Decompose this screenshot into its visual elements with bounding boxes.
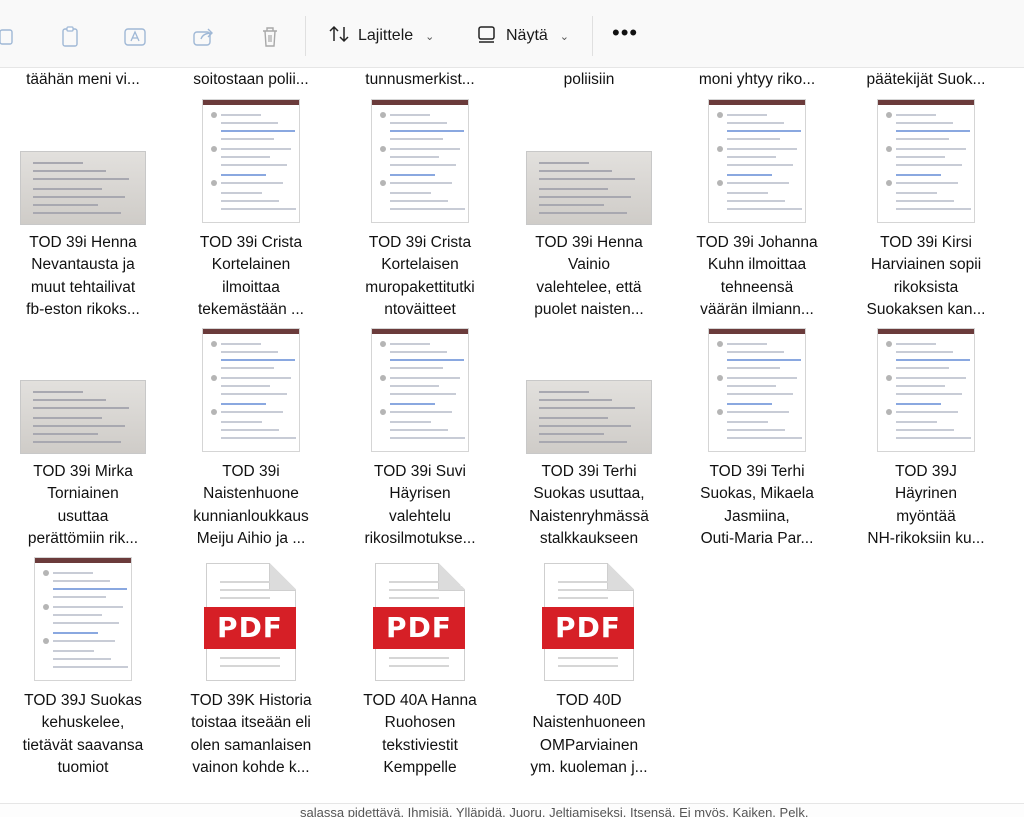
- file-name[interactable]: TOD 39i Johanna Kuhn ilmoittaa tehneensä…: [677, 232, 837, 322]
- file-name[interactable]: TOD 39i Suvi Häyrisen valehtelu rikosilm…: [340, 461, 500, 551]
- file-name[interactable]: TOD 40D Naistenhuoneen OMParviainen ym. …: [509, 690, 669, 780]
- image-thumbnail: [877, 328, 975, 452]
- rename-icon[interactable]: [122, 24, 150, 50]
- file-thumbnail[interactable]: PDF: [340, 563, 500, 681]
- image-thumbnail: [202, 99, 300, 223]
- file-name[interactable]: TOD 39i Crista Kortelainen ilmoittaa tek…: [171, 232, 331, 322]
- file-name[interactable]: TOD 39i Henna Nevantausta ja muut tehtai…: [3, 232, 163, 322]
- file-name[interactable]: TOD 39i Crista Kortelaisen muropakettitu…: [340, 232, 500, 322]
- chevron-down-icon: ⌄: [559, 30, 570, 43]
- view-label: Näytä: [506, 27, 548, 44]
- more-options-button[interactable]: •••: [612, 20, 638, 46]
- file-name-partial[interactable]: soitostaan polii...: [167, 71, 335, 89]
- image-thumbnail: [708, 328, 806, 452]
- image-thumbnail: [202, 328, 300, 452]
- image-thumbnail: [371, 328, 469, 452]
- file-thumbnail[interactable]: [3, 557, 163, 681]
- file-thumbnail[interactable]: [846, 328, 1006, 452]
- file-grid: täähän meni vi... soitostaan polii... tu…: [0, 69, 1024, 803]
- file-name[interactable]: TOD 39K Historia toistaa itseään eli ole…: [171, 690, 331, 780]
- file-name[interactable]: TOD 39i Henna Vainio valehtelee, että pu…: [509, 232, 669, 322]
- image-thumbnail: [708, 99, 806, 223]
- pdf-badge: PDF: [204, 607, 296, 649]
- file-thumbnail[interactable]: [509, 151, 669, 225]
- file-name-partial[interactable]: moni yhtyy riko...: [673, 71, 841, 89]
- pdf-file-icon: PDF: [373, 563, 465, 681]
- photo-thumbnail: [20, 151, 146, 225]
- file-name[interactable]: TOD 39i Mirka Torniainen usuttaa perättö…: [3, 461, 163, 551]
- file-thumbnail[interactable]: [171, 99, 331, 223]
- file-name-partial[interactable]: päätekijät Suok...: [842, 71, 1010, 89]
- file-thumbnail[interactable]: [846, 99, 1006, 223]
- file-name-partial[interactable]: täähän meni vi...: [0, 71, 167, 89]
- copy-icon[interactable]: [0, 24, 22, 50]
- sort-button[interactable]: Lajittele ⌄: [328, 20, 434, 52]
- file-thumbnail[interactable]: [677, 328, 837, 452]
- paste-icon[interactable]: [56, 24, 84, 50]
- file-thumbnail[interactable]: [340, 328, 500, 452]
- photo-thumbnail: [526, 151, 652, 225]
- file-thumbnail[interactable]: [340, 99, 500, 223]
- pdf-badge: PDF: [542, 607, 634, 649]
- background-document-strip: salassa pidettävä. Ihmisiä. Ylläpidä. Ju…: [0, 803, 1024, 817]
- file-name[interactable]: TOD 40A Hanna Ruohosen tekstiviestit Kem…: [340, 690, 500, 780]
- file-name[interactable]: TOD 39i Terhi Suokas, Mikaela Jasmiina, …: [677, 461, 837, 551]
- pdf-file-icon: PDF: [542, 563, 634, 681]
- image-thumbnail: [877, 99, 975, 223]
- image-thumbnail: [371, 99, 469, 223]
- file-name[interactable]: TOD 39i Naistenhuone kunnianloukkaus Mei…: [171, 461, 331, 551]
- pdf-file-icon: PDF: [204, 563, 296, 681]
- photo-thumbnail: [20, 380, 146, 454]
- toolbar-divider: [305, 16, 306, 56]
- view-icon: [476, 24, 498, 49]
- file-thumbnail[interactable]: [171, 328, 331, 452]
- delete-icon[interactable]: [256, 24, 284, 50]
- sort-label: Lajittele: [358, 27, 414, 44]
- toolbar-divider: [592, 16, 593, 56]
- file-thumbnail[interactable]: [509, 380, 669, 454]
- image-thumbnail: [34, 557, 132, 681]
- file-thumbnail[interactable]: [3, 151, 163, 225]
- background-text: salassa pidettävä. Ihmisiä. Ylläpidä. Ju…: [300, 805, 809, 817]
- pdf-badge: PDF: [373, 607, 465, 649]
- file-thumbnail[interactable]: PDF: [509, 563, 669, 681]
- file-thumbnail[interactable]: [677, 99, 837, 223]
- file-name-partial[interactable]: tunnusmerkist...: [336, 71, 504, 89]
- sort-icon: [328, 24, 350, 49]
- file-name[interactable]: TOD 39i Kirsi Harviainen sopii rikoksist…: [846, 232, 1006, 322]
- file-name[interactable]: TOD 39i Terhi Suokas usuttaa, Naistenryh…: [509, 461, 669, 551]
- photo-thumbnail: [526, 380, 652, 454]
- file-thumbnail[interactable]: PDF: [171, 563, 331, 681]
- file-name[interactable]: TOD 39J Suokas kehuskelee, tietävät saav…: [3, 690, 163, 780]
- view-button[interactable]: Näytä ⌄: [476, 20, 569, 52]
- command-bar: Lajittele ⌄ Näytä ⌄ •••: [0, 0, 1024, 68]
- file-name[interactable]: TOD 39J Häyrinen myöntää NH-rikoksiin ku…: [846, 461, 1006, 551]
- chevron-down-icon: ⌄: [425, 30, 435, 43]
- file-name-partial[interactable]: poliisiin: [505, 71, 673, 89]
- file-thumbnail[interactable]: [3, 380, 163, 454]
- share-icon[interactable]: [190, 24, 218, 50]
